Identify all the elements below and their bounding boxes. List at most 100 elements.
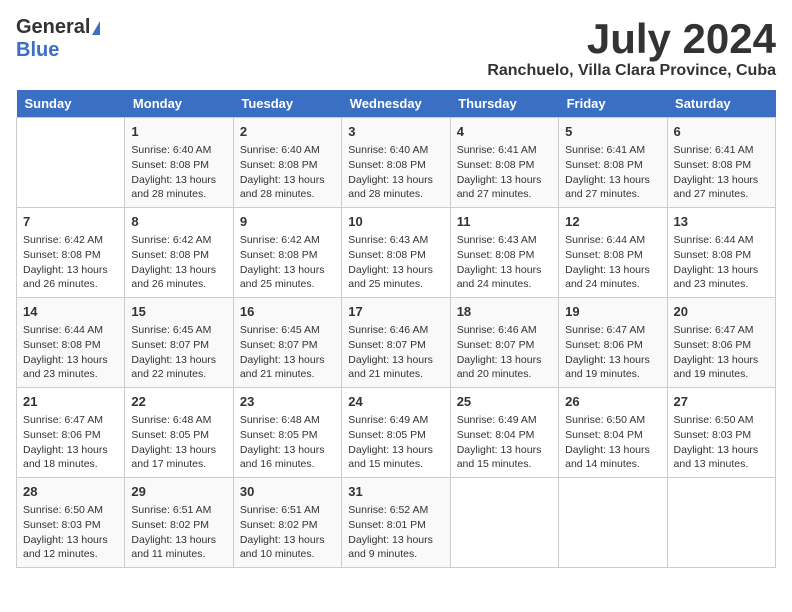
day-number: 31 [348, 483, 443, 501]
day-info: Sunrise: 6:47 AM Sunset: 8:06 PM Dayligh… [23, 413, 118, 472]
day-number: 14 [23, 303, 118, 321]
calendar-cell: 15 Sunrise: 6:45 AM Sunset: 8:07 PM Dayli… [125, 298, 233, 388]
day-number: 5 [565, 123, 660, 141]
calendar-cell: 2 Sunrise: 6:40 AM Sunset: 8:08 PM Daylig… [233, 118, 341, 208]
calendar-cell: 7 Sunrise: 6:42 AM Sunset: 8:08 PM Daylig… [17, 208, 125, 298]
day-info: Sunrise: 6:41 AM Sunset: 8:08 PM Dayligh… [457, 143, 552, 202]
day-number: 12 [565, 213, 660, 231]
day-info: Sunrise: 6:48 AM Sunset: 8:05 PM Dayligh… [240, 413, 335, 472]
day-number: 29 [131, 483, 226, 501]
calendar-cell: 29 Sunrise: 6:51 AM Sunset: 8:02 PM Dayli… [125, 477, 233, 567]
day-info: Sunrise: 6:52 AM Sunset: 8:01 PM Dayligh… [348, 503, 443, 562]
day-info: Sunrise: 6:47 AM Sunset: 8:06 PM Dayligh… [565, 323, 660, 382]
col-header-sunday: Sunday [17, 90, 125, 118]
day-info: Sunrise: 6:48 AM Sunset: 8:05 PM Dayligh… [131, 413, 226, 472]
day-info: Sunrise: 6:46 AM Sunset: 8:07 PM Dayligh… [457, 323, 552, 382]
day-info: Sunrise: 6:43 AM Sunset: 8:08 PM Dayligh… [348, 233, 443, 292]
day-number: 7 [23, 213, 118, 231]
day-number: 22 [131, 393, 226, 411]
calendar-cell: 24Sunrise: 6:49 AM Sunset: 8:05 PM Dayli… [342, 388, 450, 478]
calendar-cell: 21 Sunrise: 6:47 AM Sunset: 8:06 PM Dayli… [17, 388, 125, 478]
col-header-friday: Friday [559, 90, 667, 118]
day-number: 15 [131, 303, 226, 321]
calendar-cell: 10 Sunrise: 6:43 AM Sunset: 8:08 PM Dayli… [342, 208, 450, 298]
title-area: July 2024 Ranchuelo, Villa Clara Provinc… [487, 16, 776, 80]
calendar-cell: 18 Sunrise: 6:46 AM Sunset: 8:07 PM Dayli… [450, 298, 558, 388]
day-info: Sunrise: 6:40 AM Sunset: 8:08 PM Dayligh… [131, 143, 226, 202]
day-number: 18 [457, 303, 552, 321]
day-info: Sunrise: 6:47 AM Sunset: 8:06 PM Dayligh… [674, 323, 769, 382]
calendar-cell [450, 477, 558, 567]
day-info: Sunrise: 6:42 AM Sunset: 8:08 PM Dayligh… [23, 233, 118, 292]
calendar-cell: 13 Sunrise: 6:44 AM Sunset: 8:08 PM Dayli… [667, 208, 775, 298]
calendar-cell: 4Sunrise: 6:41 AM Sunset: 8:08 PM Daylig… [450, 118, 558, 208]
calendar-subtitle: Ranchuelo, Villa Clara Province, Cuba [487, 62, 776, 80]
day-number: 10 [348, 213, 443, 231]
day-number: 1 [131, 123, 226, 141]
calendar-title: July 2024 [487, 16, 776, 62]
calendar-cell: 14Sunrise: 6:44 AM Sunset: 8:08 PM Dayli… [17, 298, 125, 388]
calendar-cell: 23 Sunrise: 6:48 AM Sunset: 8:05 PM Dayli… [233, 388, 341, 478]
day-info: Sunrise: 6:45 AM Sunset: 8:07 PM Dayligh… [131, 323, 226, 382]
calendar-cell: 22 Sunrise: 6:48 AM Sunset: 8:05 PM Dayli… [125, 388, 233, 478]
day-number: 26 [565, 393, 660, 411]
day-info: Sunrise: 6:49 AM Sunset: 8:05 PM Dayligh… [348, 413, 443, 472]
calendar-header-row: SundayMondayTuesdayWednesdayThursdayFrid… [17, 90, 776, 118]
day-number: 8 [131, 213, 226, 231]
day-info: Sunrise: 6:44 AM Sunset: 8:08 PM Dayligh… [674, 233, 769, 292]
day-number: 21 [23, 393, 118, 411]
calendar-cell: 8 Sunrise: 6:42 AM Sunset: 8:08 PM Daylig… [125, 208, 233, 298]
day-number: 19 [565, 303, 660, 321]
calendar-cell: 31 Sunrise: 6:52 AM Sunset: 8:01 PM Dayli… [342, 477, 450, 567]
day-info: Sunrise: 6:50 AM Sunset: 8:04 PM Dayligh… [565, 413, 660, 472]
day-number: 30 [240, 483, 335, 501]
calendar-cell: 9 Sunrise: 6:42 AM Sunset: 8:08 PM Daylig… [233, 208, 341, 298]
day-info: Sunrise: 6:51 AM Sunset: 8:02 PM Dayligh… [131, 503, 226, 562]
col-header-monday: Monday [125, 90, 233, 118]
col-header-thursday: Thursday [450, 90, 558, 118]
calendar-cell [667, 477, 775, 567]
logo-blue-text: Blue [16, 39, 59, 62]
day-info: Sunrise: 6:49 AM Sunset: 8:04 PM Dayligh… [457, 413, 552, 472]
col-header-saturday: Saturday [667, 90, 775, 118]
day-number: 27 [674, 393, 769, 411]
day-number: 20 [674, 303, 769, 321]
day-number: 17 [348, 303, 443, 321]
day-number: 6 [674, 123, 769, 141]
col-header-wednesday: Wednesday [342, 90, 450, 118]
calendar-cell: 26 Sunrise: 6:50 AM Sunset: 8:04 PM Dayli… [559, 388, 667, 478]
day-number: 2 [240, 123, 335, 141]
day-info: Sunrise: 6:42 AM Sunset: 8:08 PM Dayligh… [240, 233, 335, 292]
calendar-cell: 28 Sunrise: 6:50 AM Sunset: 8:03 PM Dayli… [17, 477, 125, 567]
calendar-week-row: 1 Sunrise: 6:40 AM Sunset: 8:08 PM Daylig… [17, 118, 776, 208]
day-number: 23 [240, 393, 335, 411]
calendar-cell: 25Sunrise: 6:49 AM Sunset: 8:04 PM Dayli… [450, 388, 558, 478]
day-info: Sunrise: 6:44 AM Sunset: 8:08 PM Dayligh… [565, 233, 660, 292]
day-info: Sunrise: 6:40 AM Sunset: 8:08 PM Dayligh… [240, 143, 335, 202]
day-number: 13 [674, 213, 769, 231]
calendar-cell: 20 Sunrise: 6:47 AM Sunset: 8:06 PM Dayli… [667, 298, 775, 388]
day-number: 9 [240, 213, 335, 231]
calendar-cell: 19 Sunrise: 6:47 AM Sunset: 8:06 PM Dayli… [559, 298, 667, 388]
day-number: 3 [348, 123, 443, 141]
calendar-cell [17, 118, 125, 208]
calendar-cell: 11Sunrise: 6:43 AM Sunset: 8:08 PM Dayli… [450, 208, 558, 298]
calendar-cell: 12 Sunrise: 6:44 AM Sunset: 8:08 PM Dayli… [559, 208, 667, 298]
calendar-week-row: 28 Sunrise: 6:50 AM Sunset: 8:03 PM Dayli… [17, 477, 776, 567]
day-number: 28 [23, 483, 118, 501]
calendar-cell: 6 Sunrise: 6:41 AM Sunset: 8:08 PM Daylig… [667, 118, 775, 208]
day-info: Sunrise: 6:50 AM Sunset: 8:03 PM Dayligh… [23, 503, 118, 562]
calendar-cell [559, 477, 667, 567]
logo-general-text: General [16, 16, 90, 39]
col-header-tuesday: Tuesday [233, 90, 341, 118]
page-header: General Blue July 2024 Ranchuelo, Villa … [16, 16, 776, 80]
calendar-week-row: 21 Sunrise: 6:47 AM Sunset: 8:06 PM Dayli… [17, 388, 776, 478]
day-info: Sunrise: 6:51 AM Sunset: 8:02 PM Dayligh… [240, 503, 335, 562]
calendar-cell: 16Sunrise: 6:45 AM Sunset: 8:07 PM Dayli… [233, 298, 341, 388]
day-info: Sunrise: 6:40 AM Sunset: 8:08 PM Dayligh… [348, 143, 443, 202]
calendar-cell: 27Sunrise: 6:50 AM Sunset: 8:03 PM Dayli… [667, 388, 775, 478]
day-info: Sunrise: 6:41 AM Sunset: 8:08 PM Dayligh… [674, 143, 769, 202]
day-info: Sunrise: 6:43 AM Sunset: 8:08 PM Dayligh… [457, 233, 552, 292]
calendar-cell: 17Sunrise: 6:46 AM Sunset: 8:07 PM Dayli… [342, 298, 450, 388]
day-info: Sunrise: 6:42 AM Sunset: 8:08 PM Dayligh… [131, 233, 226, 292]
